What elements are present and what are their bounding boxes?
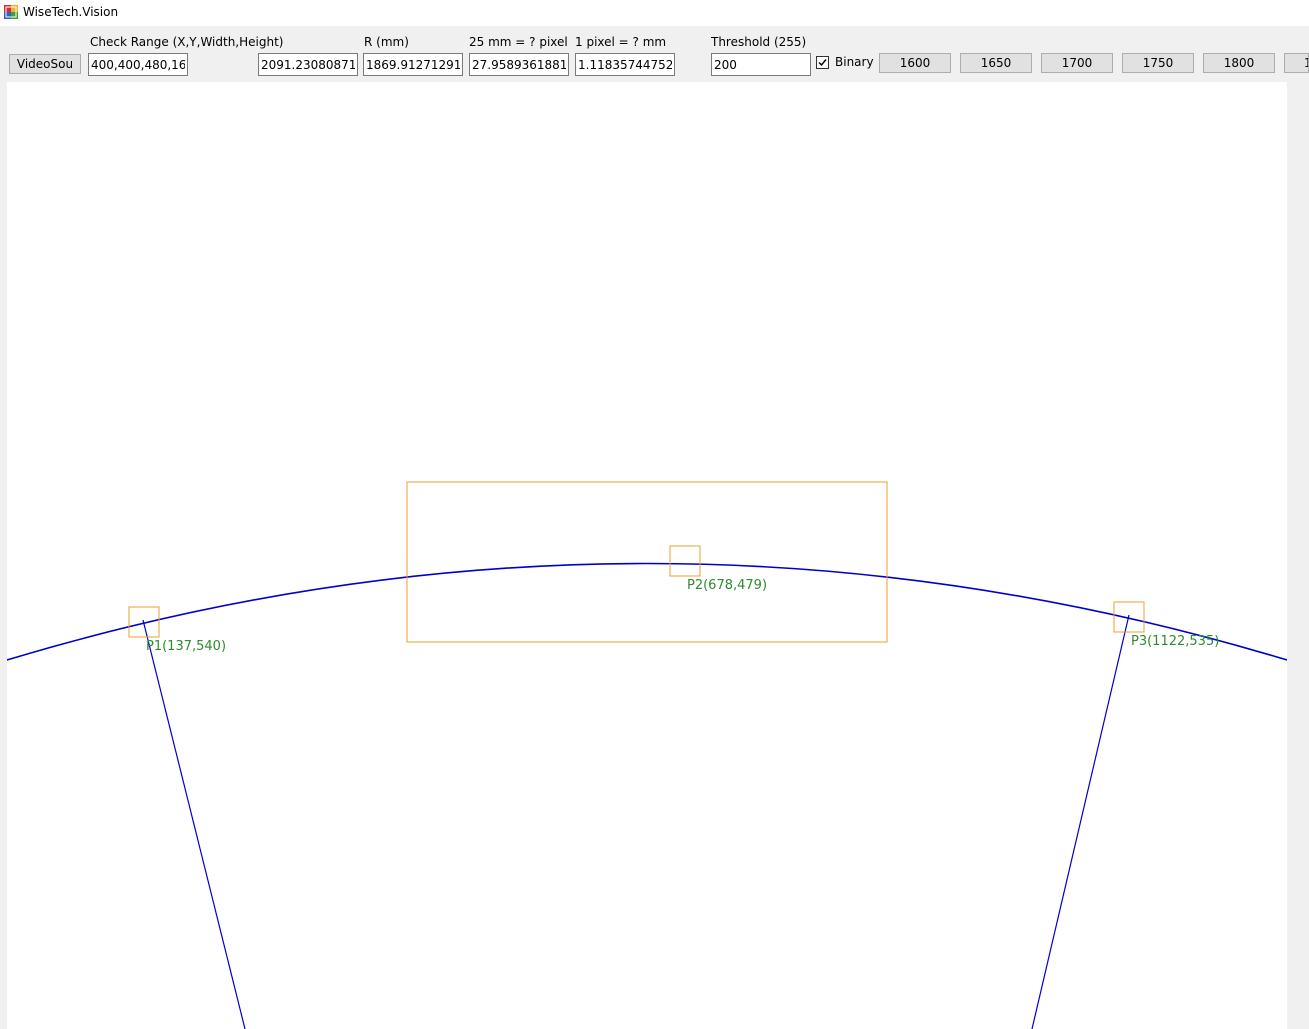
checkmark-icon [818,59,827,67]
mm-to-pixel-input[interactable] [469,53,569,76]
check-range-input[interactable] [88,53,188,76]
pixel-to-mm-label: 1 pixel = ? mm [575,35,667,49]
app-icon [4,5,18,19]
preset-1700-button[interactable]: 1700 [1041,53,1113,73]
threshold-input[interactable] [711,53,811,76]
check-range-label: Check Range (X,Y,Width,Height) [90,35,284,49]
video-source-button[interactable]: VideoSou [9,54,81,74]
radius-line-left [142,619,246,1029]
vision-overlay: P1(137,540) P2(678,479) P3(1122,535) [7,481,1287,1029]
check-range-roi [406,481,888,643]
preset-1750-button[interactable]: 1750 [1122,53,1194,73]
preset-1600-button[interactable]: 1600 [879,53,951,73]
preset-overflow-button[interactable]: 1 [1284,53,1309,73]
threshold-label: Threshold (255) [711,35,807,49]
binary-checkbox[interactable] [816,56,829,69]
title-bar: WiseTech.Vision [0,0,1309,26]
p3-label: P3(1122,535) [1131,634,1219,649]
window-title: WiseTech.Vision [23,5,119,19]
pixel-to-mm-input[interactable] [575,53,675,76]
r-label: R (mm) [364,35,409,49]
binary-label: Binary [835,55,874,69]
preset-1650-button[interactable]: 1650 [960,53,1032,73]
r-input[interactable] [363,53,463,76]
p2-marker [669,545,701,577]
vision-canvas[interactable]: P1(137,540) P2(678,479) P3(1122,535) [7,82,1287,1029]
diameter-input[interactable] [258,53,358,76]
p2-label: P2(678,479) [687,578,767,593]
mm-to-pixel-label: 25 mm = ? pixel [469,35,568,49]
radius-line-right [1031,614,1130,1029]
preset-1800-button[interactable]: 1800 [1203,53,1275,73]
p1-label: P1(137,540) [146,639,226,654]
